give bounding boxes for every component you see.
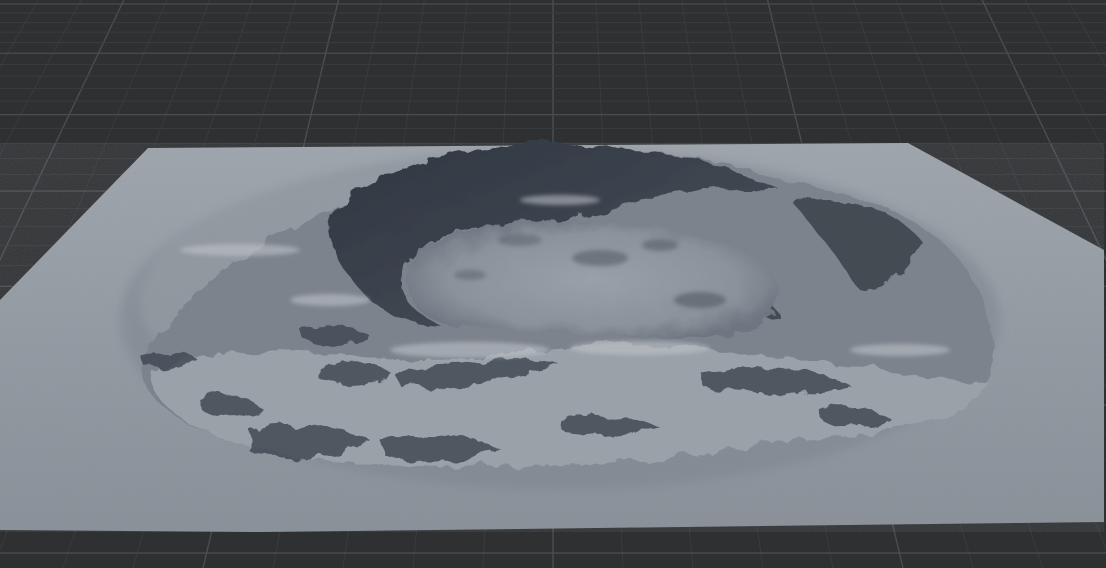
3d-viewport[interactable] — [0, 0, 1106, 568]
viewport-scene[interactable] — [0, 0, 1106, 568]
terrain-mesh[interactable] — [0, 142, 1104, 532]
